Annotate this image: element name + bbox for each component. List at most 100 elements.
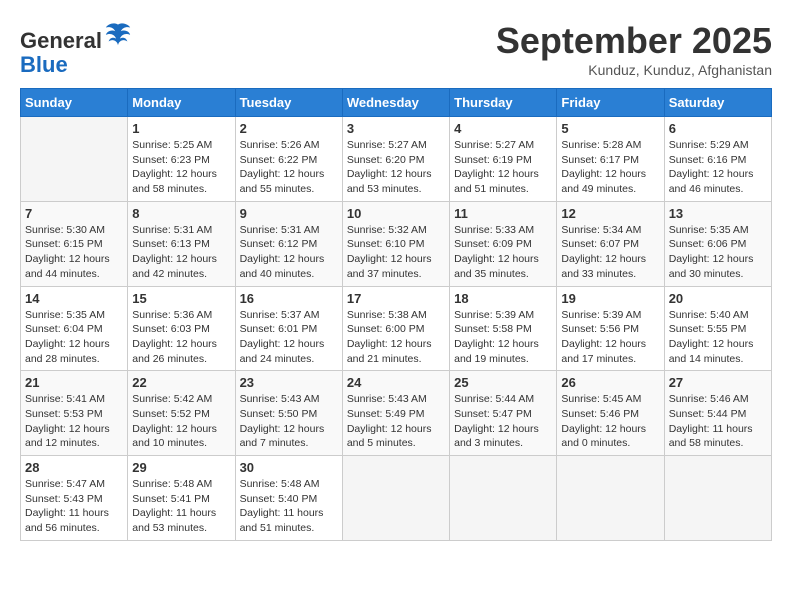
day-content: Sunrise: 5:27 AM Sunset: 6:20 PM Dayligh… <box>347 138 445 197</box>
day-number: 6 <box>669 121 767 136</box>
calendar-cell: 10Sunrise: 5:32 AM Sunset: 6:10 PM Dayli… <box>342 201 449 286</box>
day-number: 20 <box>669 291 767 306</box>
day-content: Sunrise: 5:42 AM Sunset: 5:52 PM Dayligh… <box>132 392 230 451</box>
day-content: Sunrise: 5:35 AM Sunset: 6:06 PM Dayligh… <box>669 223 767 282</box>
day-number: 2 <box>240 121 338 136</box>
day-number: 11 <box>454 206 552 221</box>
day-content: Sunrise: 5:36 AM Sunset: 6:03 PM Dayligh… <box>132 308 230 367</box>
calendar-week-row: 7 Sunrise: 5:30 AM Sunset: 6:15 PM Daylig… <box>21 201 772 286</box>
day-content: Sunrise: 5:29 AM Sunset: 6:16 PM Dayligh… <box>669 138 767 197</box>
day-number: 28 <box>25 460 123 475</box>
day-content: Sunrise: 5:43 AM Sunset: 5:49 PM Dayligh… <box>347 392 445 451</box>
calendar-cell: 20Sunrise: 5:40 AM Sunset: 5:55 PM Dayli… <box>664 286 771 371</box>
calendar-cell: 11 Sunrise: 5:33 AM Sunset: 6:09 PM Dayli… <box>450 201 557 286</box>
day-number: 22 <box>132 375 230 390</box>
day-content: Sunrise: 5:47 AM Sunset: 5:43 PM Dayligh… <box>25 477 123 536</box>
calendar-cell: 12 Sunrise: 5:34 AM Sunset: 6:07 PM Dayli… <box>557 201 664 286</box>
day-number: 23 <box>240 375 338 390</box>
calendar-cell: 4Sunrise: 5:27 AM Sunset: 6:19 PM Daylig… <box>450 117 557 202</box>
day-content: Sunrise: 5:32 AM Sunset: 6:10 PM Dayligh… <box>347 223 445 282</box>
calendar-cell: 13 Sunrise: 5:35 AM Sunset: 6:06 PM Dayli… <box>664 201 771 286</box>
day-number: 15 <box>132 291 230 306</box>
calendar-cell: 16 Sunrise: 5:37 AM Sunset: 6:01 PM Dayli… <box>235 286 342 371</box>
column-header-monday: Monday <box>128 89 235 117</box>
column-header-sunday: Sunday <box>21 89 128 117</box>
day-number: 14 <box>25 291 123 306</box>
calendar-cell: 18Sunrise: 5:39 AM Sunset: 5:58 PM Dayli… <box>450 286 557 371</box>
day-content: Sunrise: 5:45 AM Sunset: 5:46 PM Dayligh… <box>561 392 659 451</box>
day-content: Sunrise: 5:39 AM Sunset: 5:56 PM Dayligh… <box>561 308 659 367</box>
day-content: Sunrise: 5:25 AM Sunset: 6:23 PM Dayligh… <box>132 138 230 197</box>
day-number: 27 <box>669 375 767 390</box>
day-number: 30 <box>240 460 338 475</box>
page-header: General Blue September 2025 Kunduz, Kund… <box>20 20 772 78</box>
column-header-friday: Friday <box>557 89 664 117</box>
day-content: Sunrise: 5:43 AM Sunset: 5:50 PM Dayligh… <box>240 392 338 451</box>
day-number: 13 <box>669 206 767 221</box>
calendar-cell: 17 Sunrise: 5:38 AM Sunset: 6:00 PM Dayli… <box>342 286 449 371</box>
day-content: Sunrise: 5:48 AM Sunset: 5:41 PM Dayligh… <box>132 477 230 536</box>
day-number: 17 <box>347 291 445 306</box>
day-content: Sunrise: 5:39 AM Sunset: 5:58 PM Dayligh… <box>454 308 552 367</box>
day-content: Sunrise: 5:37 AM Sunset: 6:01 PM Dayligh… <box>240 308 338 367</box>
month-title: September 2025 <box>496 20 772 62</box>
calendar-cell: 5Sunrise: 5:28 AM Sunset: 6:17 PM Daylig… <box>557 117 664 202</box>
calendar-cell: 7 Sunrise: 5:30 AM Sunset: 6:15 PM Daylig… <box>21 201 128 286</box>
day-content: Sunrise: 5:33 AM Sunset: 6:09 PM Dayligh… <box>454 223 552 282</box>
day-number: 16 <box>240 291 338 306</box>
day-number: 25 <box>454 375 552 390</box>
calendar-cell: 2Sunrise: 5:26 AM Sunset: 6:22 PM Daylig… <box>235 117 342 202</box>
calendar-cell: 19 Sunrise: 5:39 AM Sunset: 5:56 PM Dayli… <box>557 286 664 371</box>
day-number: 19 <box>561 291 659 306</box>
calendar-cell: 3 Sunrise: 5:27 AM Sunset: 6:20 PM Daylig… <box>342 117 449 202</box>
column-header-tuesday: Tuesday <box>235 89 342 117</box>
logo-blue: Blue <box>20 52 68 77</box>
calendar-cell: 24 Sunrise: 5:43 AM Sunset: 5:49 PM Dayli… <box>342 371 449 456</box>
title-block: September 2025 Kunduz, Kunduz, Afghanist… <box>496 20 772 78</box>
day-content: Sunrise: 5:35 AM Sunset: 6:04 PM Dayligh… <box>25 308 123 367</box>
calendar-cell: 28 Sunrise: 5:47 AM Sunset: 5:43 PM Dayli… <box>21 456 128 541</box>
day-number: 24 <box>347 375 445 390</box>
column-header-saturday: Saturday <box>664 89 771 117</box>
calendar-cell: 14 Sunrise: 5:35 AM Sunset: 6:04 PM Dayli… <box>21 286 128 371</box>
calendar-cell <box>342 456 449 541</box>
day-number: 9 <box>240 206 338 221</box>
calendar-cell: 30Sunrise: 5:48 AM Sunset: 5:40 PM Dayli… <box>235 456 342 541</box>
calendar-cell: 6 Sunrise: 5:29 AM Sunset: 6:16 PM Daylig… <box>664 117 771 202</box>
day-content: Sunrise: 5:44 AM Sunset: 5:47 PM Dayligh… <box>454 392 552 451</box>
calendar-cell: 15 Sunrise: 5:36 AM Sunset: 6:03 PM Dayli… <box>128 286 235 371</box>
calendar-cell: 29Sunrise: 5:48 AM Sunset: 5:41 PM Dayli… <box>128 456 235 541</box>
calendar-cell <box>664 456 771 541</box>
day-number: 26 <box>561 375 659 390</box>
column-header-thursday: Thursday <box>450 89 557 117</box>
day-number: 21 <box>25 375 123 390</box>
calendar-cell: 25 Sunrise: 5:44 AM Sunset: 5:47 PM Dayli… <box>450 371 557 456</box>
calendar-cell: 9Sunrise: 5:31 AM Sunset: 6:12 PM Daylig… <box>235 201 342 286</box>
calendar-cell: 22 Sunrise: 5:42 AM Sunset: 5:52 PM Dayli… <box>128 371 235 456</box>
calendar-week-row: 28 Sunrise: 5:47 AM Sunset: 5:43 PM Dayli… <box>21 456 772 541</box>
day-number: 7 <box>25 206 123 221</box>
day-number: 3 <box>347 121 445 136</box>
calendar-week-row: 1 Sunrise: 5:25 AM Sunset: 6:23 PM Daylig… <box>21 117 772 202</box>
calendar-cell: 26 Sunrise: 5:45 AM Sunset: 5:46 PM Dayli… <box>557 371 664 456</box>
day-content: Sunrise: 5:46 AM Sunset: 5:44 PM Dayligh… <box>669 392 767 451</box>
calendar-cell: 23 Sunrise: 5:43 AM Sunset: 5:50 PM Dayli… <box>235 371 342 456</box>
day-content: Sunrise: 5:27 AM Sunset: 6:19 PM Dayligh… <box>454 138 552 197</box>
day-content: Sunrise: 5:38 AM Sunset: 6:00 PM Dayligh… <box>347 308 445 367</box>
day-content: Sunrise: 5:34 AM Sunset: 6:07 PM Dayligh… <box>561 223 659 282</box>
day-number: 12 <box>561 206 659 221</box>
day-content: Sunrise: 5:30 AM Sunset: 6:15 PM Dayligh… <box>25 223 123 282</box>
calendar-cell: 8Sunrise: 5:31 AM Sunset: 6:13 PM Daylig… <box>128 201 235 286</box>
calendar-cell <box>450 456 557 541</box>
calendar-week-row: 21 Sunrise: 5:41 AM Sunset: 5:53 PM Dayli… <box>21 371 772 456</box>
location-subtitle: Kunduz, Kunduz, Afghanistan <box>496 62 772 78</box>
logo: General Blue <box>20 20 132 77</box>
logo-bird-icon <box>104 20 132 48</box>
calendar-table: SundayMondayTuesdayWednesdayThursdayFrid… <box>20 88 772 541</box>
day-number: 8 <box>132 206 230 221</box>
day-content: Sunrise: 5:41 AM Sunset: 5:53 PM Dayligh… <box>25 392 123 451</box>
calendar-header-row: SundayMondayTuesdayWednesdayThursdayFrid… <box>21 89 772 117</box>
column-header-wednesday: Wednesday <box>342 89 449 117</box>
calendar-week-row: 14 Sunrise: 5:35 AM Sunset: 6:04 PM Dayli… <box>21 286 772 371</box>
day-number: 1 <box>132 121 230 136</box>
